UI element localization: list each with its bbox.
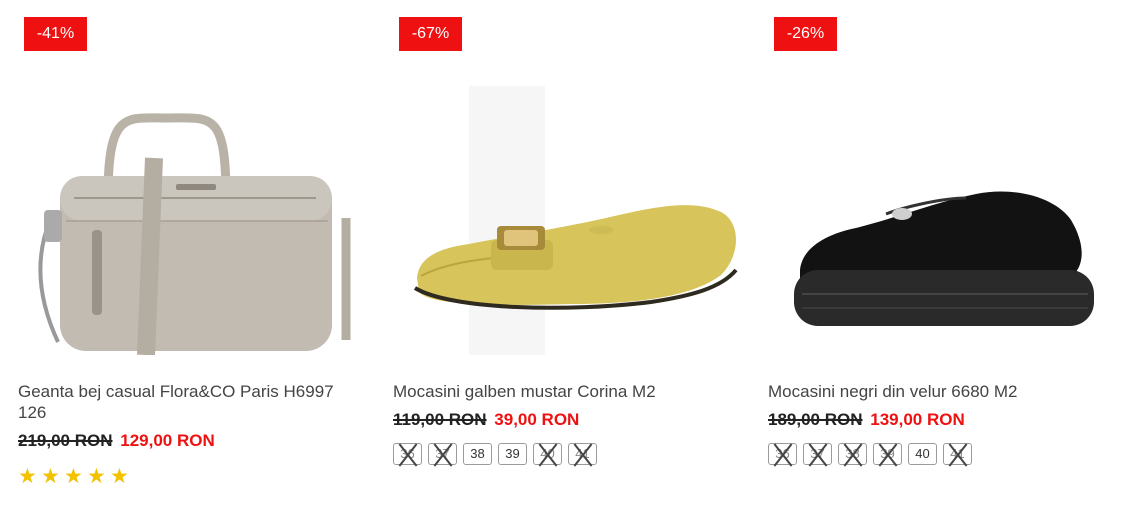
product-image[interactable] xyxy=(391,80,743,355)
size-option-unavailable[interactable]: 37 xyxy=(803,443,832,465)
discount-badge: -41% xyxy=(24,17,87,51)
size-option-unavailable[interactable]: 38 xyxy=(838,443,867,465)
star-icon: ★ xyxy=(110,465,129,488)
discount-badge: -67% xyxy=(399,17,462,51)
size-option-unavailable[interactable]: 37 xyxy=(428,443,457,465)
size-option[interactable]: 40 xyxy=(908,443,937,465)
product-image[interactable] xyxy=(766,80,1118,355)
old-price: 119,00 RON xyxy=(393,410,487,429)
product-image[interactable] xyxy=(16,80,368,355)
size-option-unavailable[interactable]: 40 xyxy=(533,443,562,465)
old-price: 189,00 RON xyxy=(768,410,863,429)
star-icon: ★ xyxy=(64,465,83,488)
product-title[interactable]: Geanta bej casual Flora&CO Paris H6997 1… xyxy=(18,381,358,423)
size-option[interactable]: 38 xyxy=(463,443,492,465)
size-option-unavailable[interactable]: 41 xyxy=(943,443,972,465)
size-option-unavailable[interactable]: 39 xyxy=(873,443,902,465)
size-option-unavailable[interactable]: 36 xyxy=(393,443,422,465)
old-price: 219,00 RON xyxy=(18,431,113,450)
size-option[interactable]: 39 xyxy=(498,443,527,465)
product-card[interactable]: -26% Mocasini negri din velur 6680 M2 18… xyxy=(766,0,1118,511)
rating-stars: ★ ★ ★ ★ ★ xyxy=(18,464,133,489)
price-block: 189,00 RON 139,00 RON xyxy=(768,410,965,430)
new-price: 139,00 RON xyxy=(870,410,965,429)
new-price: 39,00 RON xyxy=(494,410,580,429)
product-card[interactable]: -41% Geanta bej casual Flora&CO Paris H6… xyxy=(16,0,368,511)
new-price: 129,00 RON xyxy=(120,431,215,450)
size-option-unavailable[interactable]: 41 xyxy=(568,443,597,465)
product-title[interactable]: Mocasini negri din velur 6680 M2 xyxy=(768,381,1108,402)
product-card[interactable]: -67% Mocasini galben mustar Corina M2 11… xyxy=(391,0,743,511)
star-icon: ★ xyxy=(87,465,106,488)
price-block: 219,00 RON 129,00 RON xyxy=(18,431,215,451)
price-block: 119,00 RON 39,00 RON xyxy=(393,410,579,430)
size-selector: 36 37 38 39 40 41 xyxy=(768,443,972,465)
product-title[interactable]: Mocasini galben mustar Corina M2 xyxy=(393,381,733,402)
star-icon: ★ xyxy=(41,465,60,488)
star-icon: ★ xyxy=(18,465,37,488)
size-option-unavailable[interactable]: 36 xyxy=(768,443,797,465)
discount-badge: -26% xyxy=(774,17,837,51)
size-selector: 36 37 38 39 40 41 xyxy=(393,443,597,465)
